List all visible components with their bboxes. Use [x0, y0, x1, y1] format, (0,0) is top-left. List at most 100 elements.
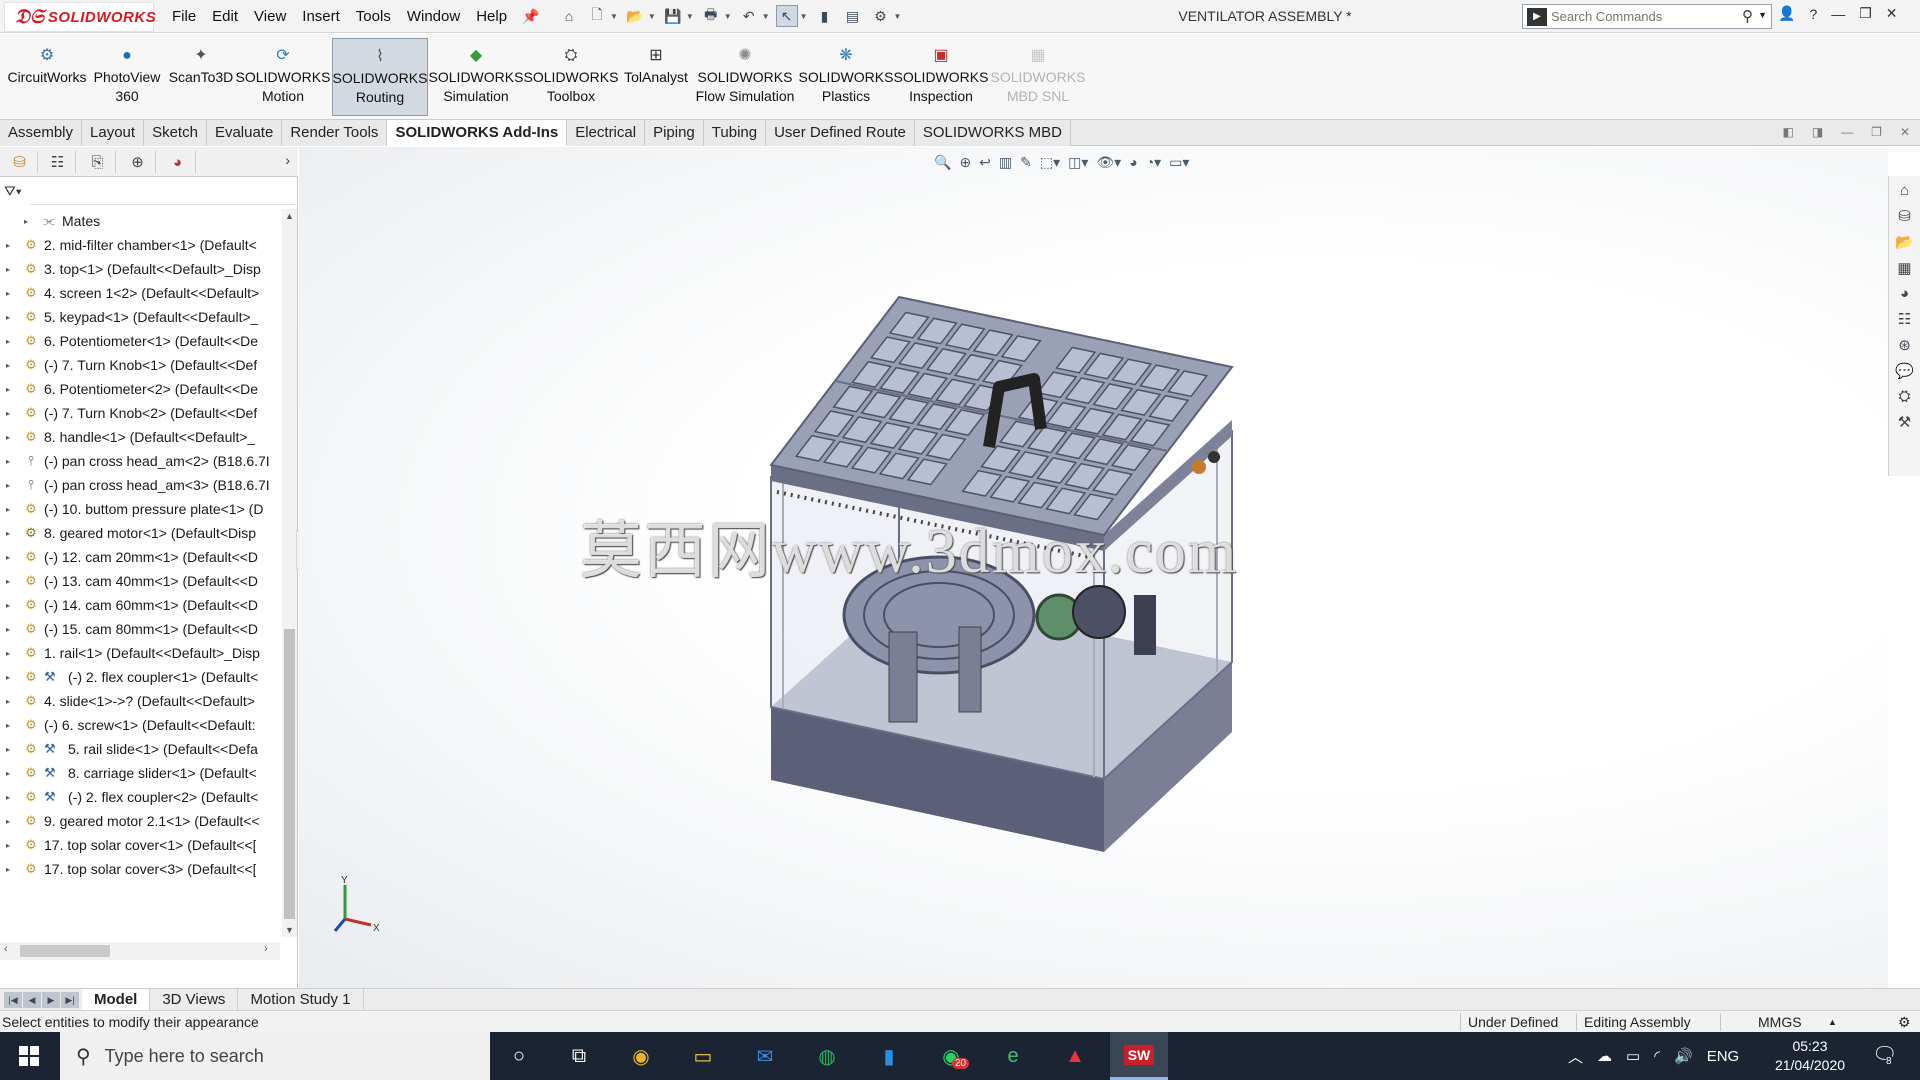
- options-dropdown-icon[interactable]: ▼: [894, 12, 902, 21]
- tree-row[interactable]: ▸ ⚙ (-) 13. cam 40mm<1> (Default<<D: [0, 569, 282, 593]
- circuitworks-button[interactable]: ⚙ CircuitWorks: [4, 38, 90, 116]
- tree-row[interactable]: ▸ ⚙ (-) 6. screw<1> (Default<<Default:: [0, 713, 282, 737]
- tab-sketch[interactable]: Sketch: [144, 120, 207, 146]
- tree-row[interactable]: ▸ ⚙ (-) 7. Turn Knob<2> (Default<<Def: [0, 401, 282, 425]
- tab-layout[interactable]: Layout: [82, 120, 145, 146]
- chevron-right-icon[interactable]: ›: [285, 152, 290, 168]
- tree-row[interactable]: ▸ ⚙ 1. rail<1> (Default<<Default>_Disp: [0, 641, 282, 665]
- routing-library-icon[interactable]: ⛭: [1898, 388, 1910, 405]
- clock[interactable]: 05:23 21/04/2020: [1760, 1037, 1860, 1075]
- menu-insert[interactable]: Insert: [302, 8, 340, 25]
- discussion-icon[interactable]: 💬: [1895, 362, 1914, 380]
- expand-arrow-icon[interactable]: ▸: [6, 841, 16, 850]
- toolbox-button[interactable]: ⛭ SOLIDWORKS Toolbox: [524, 38, 619, 116]
- doc-restore-icon[interactable]: ❐: [1871, 125, 1882, 139]
- action-center-icon[interactable]: 🗨 8: [1872, 1042, 1897, 1067]
- tree-row[interactable]: ▸ ⚙ 5. keypad<1> (Default<<Default>_: [0, 305, 282, 329]
- tab-solidworks-add-ins[interactable]: SOLIDWORKS Add-Ins: [387, 120, 568, 146]
- expand-arrow-icon[interactable]: ▸: [24, 217, 34, 226]
- prev-tab-icon[interactable]: ◀: [23, 992, 41, 1008]
- save-icon[interactable]: 💾: [662, 5, 684, 27]
- menu-window[interactable]: Window: [407, 8, 460, 25]
- tab-piping[interactable]: Piping: [645, 120, 704, 146]
- user-account-icon[interactable]: 👤: [1778, 5, 1795, 22]
- expand-arrow-icon[interactable]: ▸: [6, 289, 16, 298]
- filter-icon[interactable]: ⛛▾: [4, 183, 22, 200]
- tab-user-defined-route[interactable]: User Defined Route: [766, 120, 915, 146]
- status-options-icon[interactable]: ⚙: [1898, 1014, 1911, 1031]
- search-dropdown-icon[interactable]: ▼: [1758, 10, 1767, 20]
- toolbox-library-icon[interactable]: ⚒: [1898, 413, 1911, 431]
- tree-row[interactable]: ▸ ⚙ 17. top solar cover<3> (Default<<[: [0, 857, 282, 877]
- undo-dropdown-icon[interactable]: ▼: [762, 12, 770, 21]
- tree-vertical-scrollbar[interactable]: ▲ ▼: [282, 209, 297, 937]
- tree-row[interactable]: ▸ ⫘ Mates: [0, 209, 282, 233]
- expand-arrow-icon[interactable]: ▸: [6, 361, 16, 370]
- tree-row[interactable]: ▸ ⚙ ⚒ (-) 2. flex coupler<1> (Default<: [0, 665, 282, 689]
- solidworks-logo[interactable]: 𝔇𝔖 SOLIDWORKS: [4, 2, 156, 32]
- tree-row[interactable]: ▸ ⚙ ⚒ 5. rail slide<1> (Default<<Defa: [0, 737, 282, 761]
- photoview-button[interactable]: ● PhotoView 360: [92, 38, 162, 116]
- open-dropdown-icon[interactable]: ▼: [648, 12, 656, 21]
- tab-3d-views[interactable]: 3D Views: [150, 989, 239, 1011]
- tree-row[interactable]: ▸ ⚙ 4. screen 1<2> (Default<<Default>: [0, 281, 282, 305]
- expand-arrow-icon[interactable]: ▸: [6, 769, 16, 778]
- show-hidden-icons-icon[interactable]: ︿: [1568, 1046, 1583, 1067]
- file-explorer-icon[interactable]: 📂: [1895, 233, 1914, 251]
- undo-icon[interactable]: ↶: [738, 5, 760, 27]
- appearances-scenes-icon[interactable]: ◕: [1900, 285, 1909, 302]
- units-selector[interactable]: MMGS: [1758, 1014, 1802, 1030]
- flow-simulation-button[interactable]: ✺ SOLIDWORKS Flow Simulation: [694, 38, 796, 116]
- menu-help[interactable]: Help: [476, 8, 507, 25]
- first-tab-icon[interactable]: |◀: [4, 992, 22, 1008]
- print-dropdown-icon[interactable]: ▼: [724, 12, 732, 21]
- tree-row[interactable]: ▸ ⫯ (-) pan cross head_am<2> (B18.6.7I: [0, 449, 282, 473]
- view-palette-icon[interactable]: ▦: [1897, 259, 1911, 277]
- doc-close-icon[interactable]: ✕: [1900, 125, 1910, 139]
- inspection-button[interactable]: ▣ SOLIDWORKS Inspection: [894, 38, 989, 116]
- plastics-button[interactable]: ❋ SOLIDWORKS Plastics: [799, 38, 894, 116]
- tree-row[interactable]: ▸ ⚙ (-) 7. Turn Knob<1> (Default<<Def: [0, 353, 282, 377]
- tree-row[interactable]: ▸ ⫯ (-) pan cross head_am<3> (B18.6.7I: [0, 473, 282, 497]
- battery-icon[interactable]: ▭: [1626, 1047, 1640, 1065]
- input-language[interactable]: ENG: [1707, 1048, 1740, 1065]
- pin-menu-icon[interactable]: 📌: [522, 8, 539, 25]
- task-view-icon[interactable]: ⧉: [550, 1032, 608, 1080]
- tree-row[interactable]: ▸ ⚙ (-) 10. buttom pressure plate<1> (D: [0, 497, 282, 521]
- doc-minimize-icon[interactable]: —: [1841, 125, 1853, 139]
- expand-arrow-icon[interactable]: ▸: [6, 649, 16, 658]
- file-properties-icon[interactable]: ▤: [842, 5, 864, 27]
- tree-row[interactable]: ▸ ⚙ 9. geared motor 2.1<1> (Default<<: [0, 809, 282, 833]
- onedrive-icon[interactable]: ☁: [1597, 1047, 1612, 1065]
- expand-arrow-icon[interactable]: ▸: [6, 721, 16, 730]
- tree-row[interactable]: ▸ ⚙ ⚒ 8. carriage slider<1> (Default<: [0, 761, 282, 785]
- mail-icon[interactable]: ✉: [736, 1032, 794, 1080]
- close-icon[interactable]: ✕: [1886, 5, 1898, 22]
- tree-row[interactable]: ▸ ⚙ 17. top solar cover<1> (Default<<[: [0, 833, 282, 857]
- tab-model[interactable]: Model: [82, 989, 151, 1011]
- scanto3d-button[interactable]: ✦ ScanTo3D: [166, 38, 236, 116]
- menu-view[interactable]: View: [254, 8, 286, 25]
- tree-row[interactable]: ▸ ⚙ 6. Potentiometer<1> (Default<<De: [0, 329, 282, 353]
- menu-file[interactable]: File: [172, 8, 196, 25]
- tree-row[interactable]: ▸ ⚙ 8. geared motor<1> (Default<Disp: [0, 521, 282, 545]
- document-app-icon[interactable]: ▮: [860, 1032, 918, 1080]
- tree-row[interactable]: ▸ ⚙ 8. handle<1> (Default<<Default>_: [0, 425, 282, 449]
- scroll-up-icon[interactable]: ▲: [285, 211, 294, 221]
- zoom-to-fit-icon[interactable]: 🔍: [934, 154, 951, 171]
- simulation-button[interactable]: ◆ SOLIDWORKS Simulation: [429, 38, 524, 116]
- tab-motion-study[interactable]: Motion Study 1: [238, 989, 364, 1011]
- chrome-icon[interactable]: ◉: [612, 1032, 670, 1080]
- minimize-icon[interactable]: —: [1831, 6, 1845, 22]
- expand-arrow-icon[interactable]: ▸: [6, 673, 16, 682]
- expand-arrow-icon[interactable]: ▸: [6, 457, 16, 466]
- help-icon[interactable]: ?: [1809, 6, 1817, 22]
- menu-tools[interactable]: Tools: [356, 8, 391, 25]
- scrollbar-thumb[interactable]: [284, 629, 295, 919]
- units-dropdown-icon[interactable]: ▲: [1828, 1017, 1837, 1027]
- open-folder-icon[interactable]: 📂: [624, 5, 646, 27]
- design-library-icon[interactable]: ⛁: [1898, 207, 1911, 225]
- tab-solidworks-mbd[interactable]: SOLIDWORKS MBD: [914, 120, 1072, 146]
- property-manager-icon[interactable]: ☷: [40, 151, 76, 173]
- expand-arrow-icon[interactable]: ▸: [6, 865, 16, 874]
